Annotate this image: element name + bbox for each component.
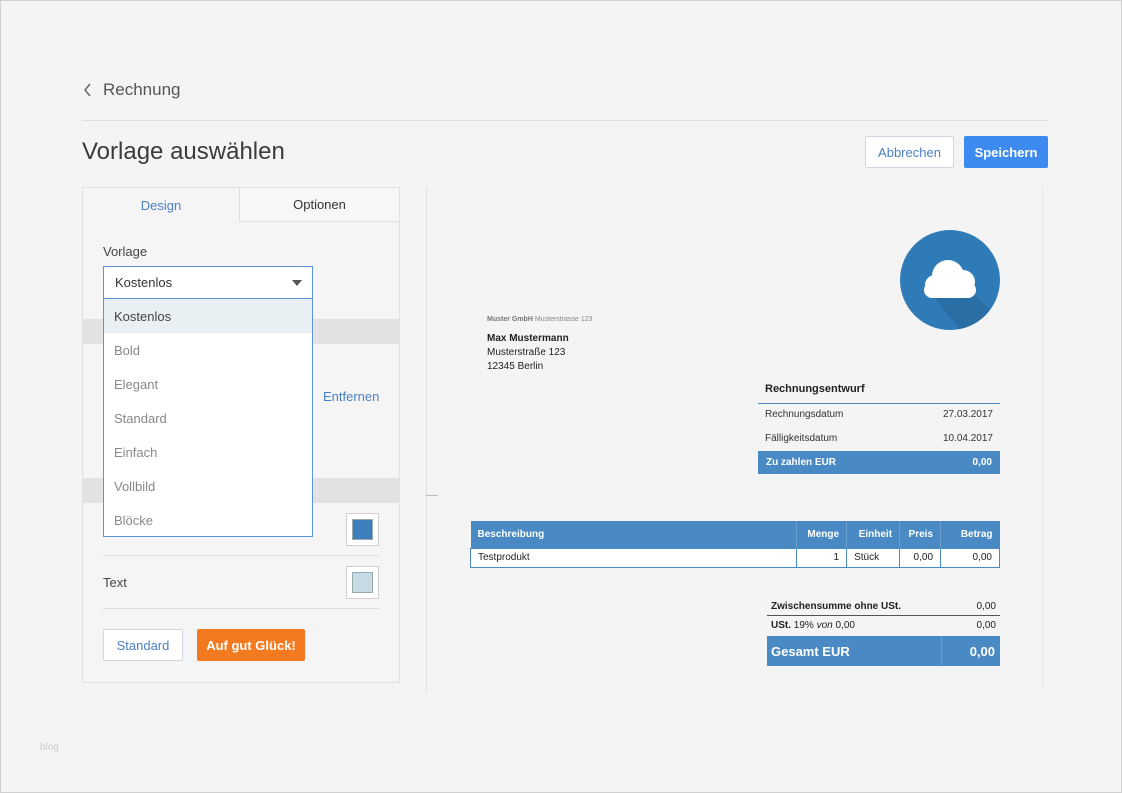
table-cell: Testprodukt — [469, 547, 798, 568]
lucky-button[interactable]: Auf gut Glück! — [197, 629, 305, 661]
vat-label: USt. — [771, 620, 791, 631]
table-cell: 1 — [796, 547, 848, 568]
line-items-table: Beschreibung Menge Einheit Preis Betrag … — [469, 521, 1000, 568]
table-cell: 0,00 — [940, 547, 1000, 568]
remove-logo-link[interactable]: Entfernen — [323, 389, 379, 404]
column-header: Beschreibung — [470, 521, 798, 548]
tab-design[interactable]: Design — [83, 188, 240, 222]
column-header: Preis — [899, 521, 942, 548]
breadcrumb-label: Rechnung — [103, 80, 181, 99]
dropdown-option[interactable]: Vollbild — [104, 469, 312, 503]
text-color-label: Text — [103, 575, 127, 590]
table-header-row: Beschreibung Menge Einheit Preis Betrag — [470, 521, 1000, 548]
column-header: Einheit — [846, 521, 901, 548]
invoice-date-row: Rechnungsdatum 27.03.2017 — [765, 409, 993, 420]
watermark-text: blog — [40, 742, 59, 753]
dropdown-option[interactable]: Bold — [104, 333, 312, 367]
table-cell: Stück — [846, 547, 901, 568]
sender-address: Musterstrasse 123 — [534, 316, 593, 323]
text-color-swatch[interactable] — [346, 566, 379, 599]
summary-divider — [767, 615, 1000, 616]
amount-due-label: Zu zahlen EUR — [766, 457, 837, 468]
vat-of: von — [816, 620, 833, 631]
invoice-date-label: Rechnungsdatum — [765, 409, 844, 420]
text-color-fill — [352, 572, 373, 593]
subtotal-value: 0,00 — [976, 601, 996, 612]
recipient-name: Max Mustermann — [487, 333, 569, 344]
subtotal-label: Zwischensumme ohne USt. — [771, 601, 902, 612]
primary-color-fill — [352, 519, 373, 540]
template-label: Vorlage — [103, 244, 148, 259]
vat-value: 0,00 — [976, 620, 996, 631]
grand-total-value: 0,00 — [969, 643, 995, 659]
chevron-left-icon — [84, 83, 91, 97]
breadcrumb[interactable]: Rechnung — [83, 79, 181, 101]
recipient-street: Musterstraße 123 — [487, 347, 566, 358]
recipient-city: 12345 Berlin — [487, 361, 544, 372]
due-date-row: Fälligkeitsdatum 10.04.2017 — [765, 433, 993, 444]
vat-rate: 19% — [793, 620, 814, 631]
dropdown-option[interactable]: Standard — [104, 401, 312, 435]
fold-mark — [426, 495, 438, 496]
cancel-button[interactable]: Abbrechen — [865, 136, 954, 168]
template-select[interactable]: Kostenlos — [103, 266, 313, 299]
table-row: Testprodukt 1 Stück 0,00 0,00 — [469, 547, 1000, 568]
dropdown-option[interactable]: Blöcke — [104, 503, 312, 537]
grand-total-label: Gesamt EUR — [767, 636, 942, 666]
save-button[interactable]: Speichern — [964, 136, 1048, 168]
page-title: Vorlage auswählen — [82, 138, 285, 165]
column-header: Betrag — [940, 521, 1000, 548]
dropdown-option[interactable]: Kostenlos — [104, 299, 312, 333]
cloud-icon — [900, 230, 1000, 330]
subtotal-row: Zwischensumme ohne USt. 0,00 — [767, 601, 1000, 612]
divider — [103, 608, 379, 609]
amount-due-value: 0,00 — [972, 457, 992, 468]
vat-text: USt. 19% von 0,00 — [771, 620, 855, 631]
vat-base: 0,00 — [835, 620, 855, 631]
divider — [103, 555, 379, 556]
cloud-logo-graphic — [924, 260, 1000, 330]
app-frame: Rechnung Vorlage auswählen Abbrechen Spe… — [0, 0, 1122, 793]
amount-due-bar: Zu zahlen EUR 0,00 — [758, 451, 1000, 474]
header-divider — [82, 120, 1048, 121]
due-date-value: 10.04.2017 — [942, 433, 993, 444]
panel-tabs: Design Optionen — [83, 188, 399, 222]
due-date-label: Fälligkeitsdatum — [765, 433, 838, 444]
primary-color-swatch[interactable] — [346, 513, 379, 546]
template-select-value: Kostenlos — [115, 275, 173, 290]
tab-options[interactable]: Optionen — [240, 188, 399, 222]
grand-total-bar: Gesamt EUR 0,00 — [767, 636, 1000, 666]
invoice-meta-title: Rechnungsentwurf — [765, 383, 865, 395]
meta-divider — [758, 403, 1000, 404]
column-header: Menge — [796, 521, 848, 548]
standard-button[interactable]: Standard — [103, 629, 183, 661]
sender-name: Muster GmbH — [487, 316, 533, 323]
template-dropdown-list: Kostenlos Bold Elegant Standard Einfach … — [103, 299, 313, 537]
table-cell: 0,00 — [899, 547, 942, 568]
vat-row: USt. 19% von 0,00 0,00 — [767, 620, 1000, 631]
caret-down-icon — [292, 280, 302, 286]
invoice-date-value: 27.03.2017 — [942, 409, 993, 420]
dropdown-option[interactable]: Einfach — [104, 435, 312, 469]
dropdown-option[interactable]: Elegant — [104, 367, 312, 401]
sender-line: Muster GmbH Musterstrasse 123 — [487, 316, 592, 323]
